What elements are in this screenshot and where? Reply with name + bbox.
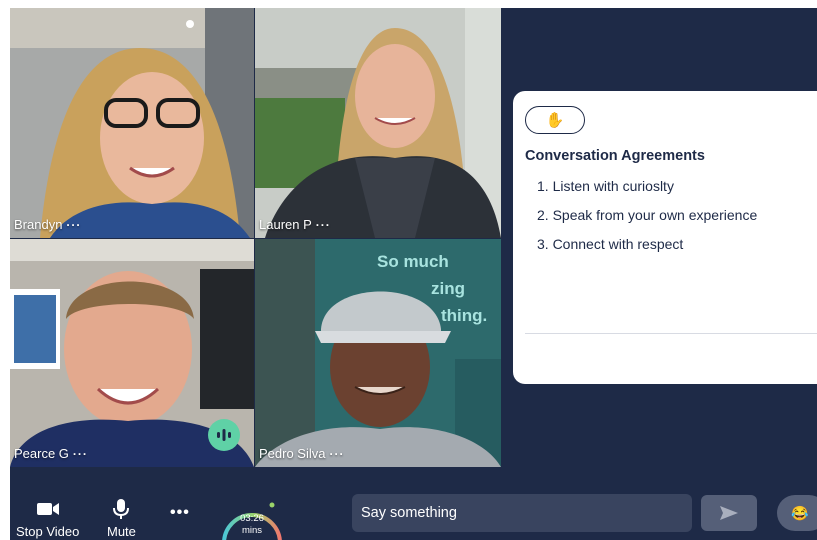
microphone-icon <box>113 498 130 520</box>
participant-more-icon[interactable]: ··· <box>329 447 344 461</box>
chat-input[interactable] <box>352 494 692 532</box>
sign-text-line1: So much <box>377 252 449 271</box>
sign-text-line3: thing. <box>441 306 487 325</box>
send-icon <box>720 506 738 520</box>
mute-button[interactable]: Mute <box>107 498 136 539</box>
agreements-title: Conversation Agreements <box>525 148 705 164</box>
video-tile-pedro[interactable]: So much zing thing. Pedro Silva ··· <box>255 239 501 467</box>
send-button[interactable] <box>701 495 757 531</box>
participant-more-icon[interactable]: ··· <box>73 447 88 461</box>
participant-more-icon[interactable]: ··· <box>316 218 331 232</box>
conversation-agreements-card: ✋ Conversation Agreements 1. Listen with… <box>513 91 817 384</box>
participant-label: Pearce G ··· <box>14 446 88 461</box>
participant-label: Brandyn ··· <box>14 217 81 232</box>
participant-label: Pedro Silva ··· <box>259 446 344 461</box>
video-tile-lauren[interactable]: Lauren P ··· <box>255 8 501 238</box>
stop-video-button[interactable]: Stop Video <box>16 498 79 539</box>
video-call-app: Brandyn ··· Lauren P ··· Pearce G ··· So… <box>10 8 817 540</box>
participant-label: Lauren P ··· <box>259 217 331 232</box>
timer-unit: mins <box>241 525 263 536</box>
emoji-reaction-button[interactable]: 😂 <box>777 495 817 531</box>
participant-more-icon[interactable]: ··· <box>66 218 81 232</box>
video-feed-lauren <box>255 8 501 238</box>
agreement-item: 3. Connect with respect <box>537 236 684 252</box>
video-feed-pedro: So much zing thing. <box>255 239 501 467</box>
mute-label: Mute <box>107 524 136 539</box>
participant-name: Brandyn <box>14 217 63 232</box>
more-icon: ••• <box>170 504 190 521</box>
agreement-item: 1. Listen with curioslty <box>537 178 674 194</box>
video-tile-pearce[interactable]: Pearce G ··· <box>10 239 254 467</box>
participant-name: Pedro Silva <box>259 446 326 461</box>
raise-hand-button[interactable]: ✋ <box>525 106 585 134</box>
speaking-icon <box>217 429 231 441</box>
timer-readout: 03:26 mins <box>217 513 287 537</box>
agreement-item: 2. Speak from your own experience <box>537 207 758 223</box>
hand-icon: ✋ <box>545 112 565 129</box>
video-feed-brandyn <box>10 8 254 238</box>
call-toolbar: Stop Video Mute ••• 03:26 mins Say somet… <box>10 474 817 540</box>
agreements-list: 1. Listen with curioslty 2. Speak from y… <box>537 177 757 264</box>
participant-name: Pearce G <box>14 446 69 461</box>
more-options-button[interactable]: ••• <box>170 504 190 522</box>
video-camera-icon <box>36 498 60 520</box>
timer-value: 03:26 <box>240 513 264 524</box>
card-divider <box>525 333 817 334</box>
session-timer: 03:26 mins <box>217 495 287 540</box>
participant-name: Lauren P <box>259 217 312 232</box>
video-tile-brandyn[interactable]: Brandyn ··· <box>10 8 254 238</box>
laughing-emoji-icon: 😂 <box>791 504 809 521</box>
stop-video-label: Stop Video <box>16 524 80 539</box>
speaking-indicator <box>208 419 240 451</box>
sign-text-line2: zing <box>431 279 465 298</box>
